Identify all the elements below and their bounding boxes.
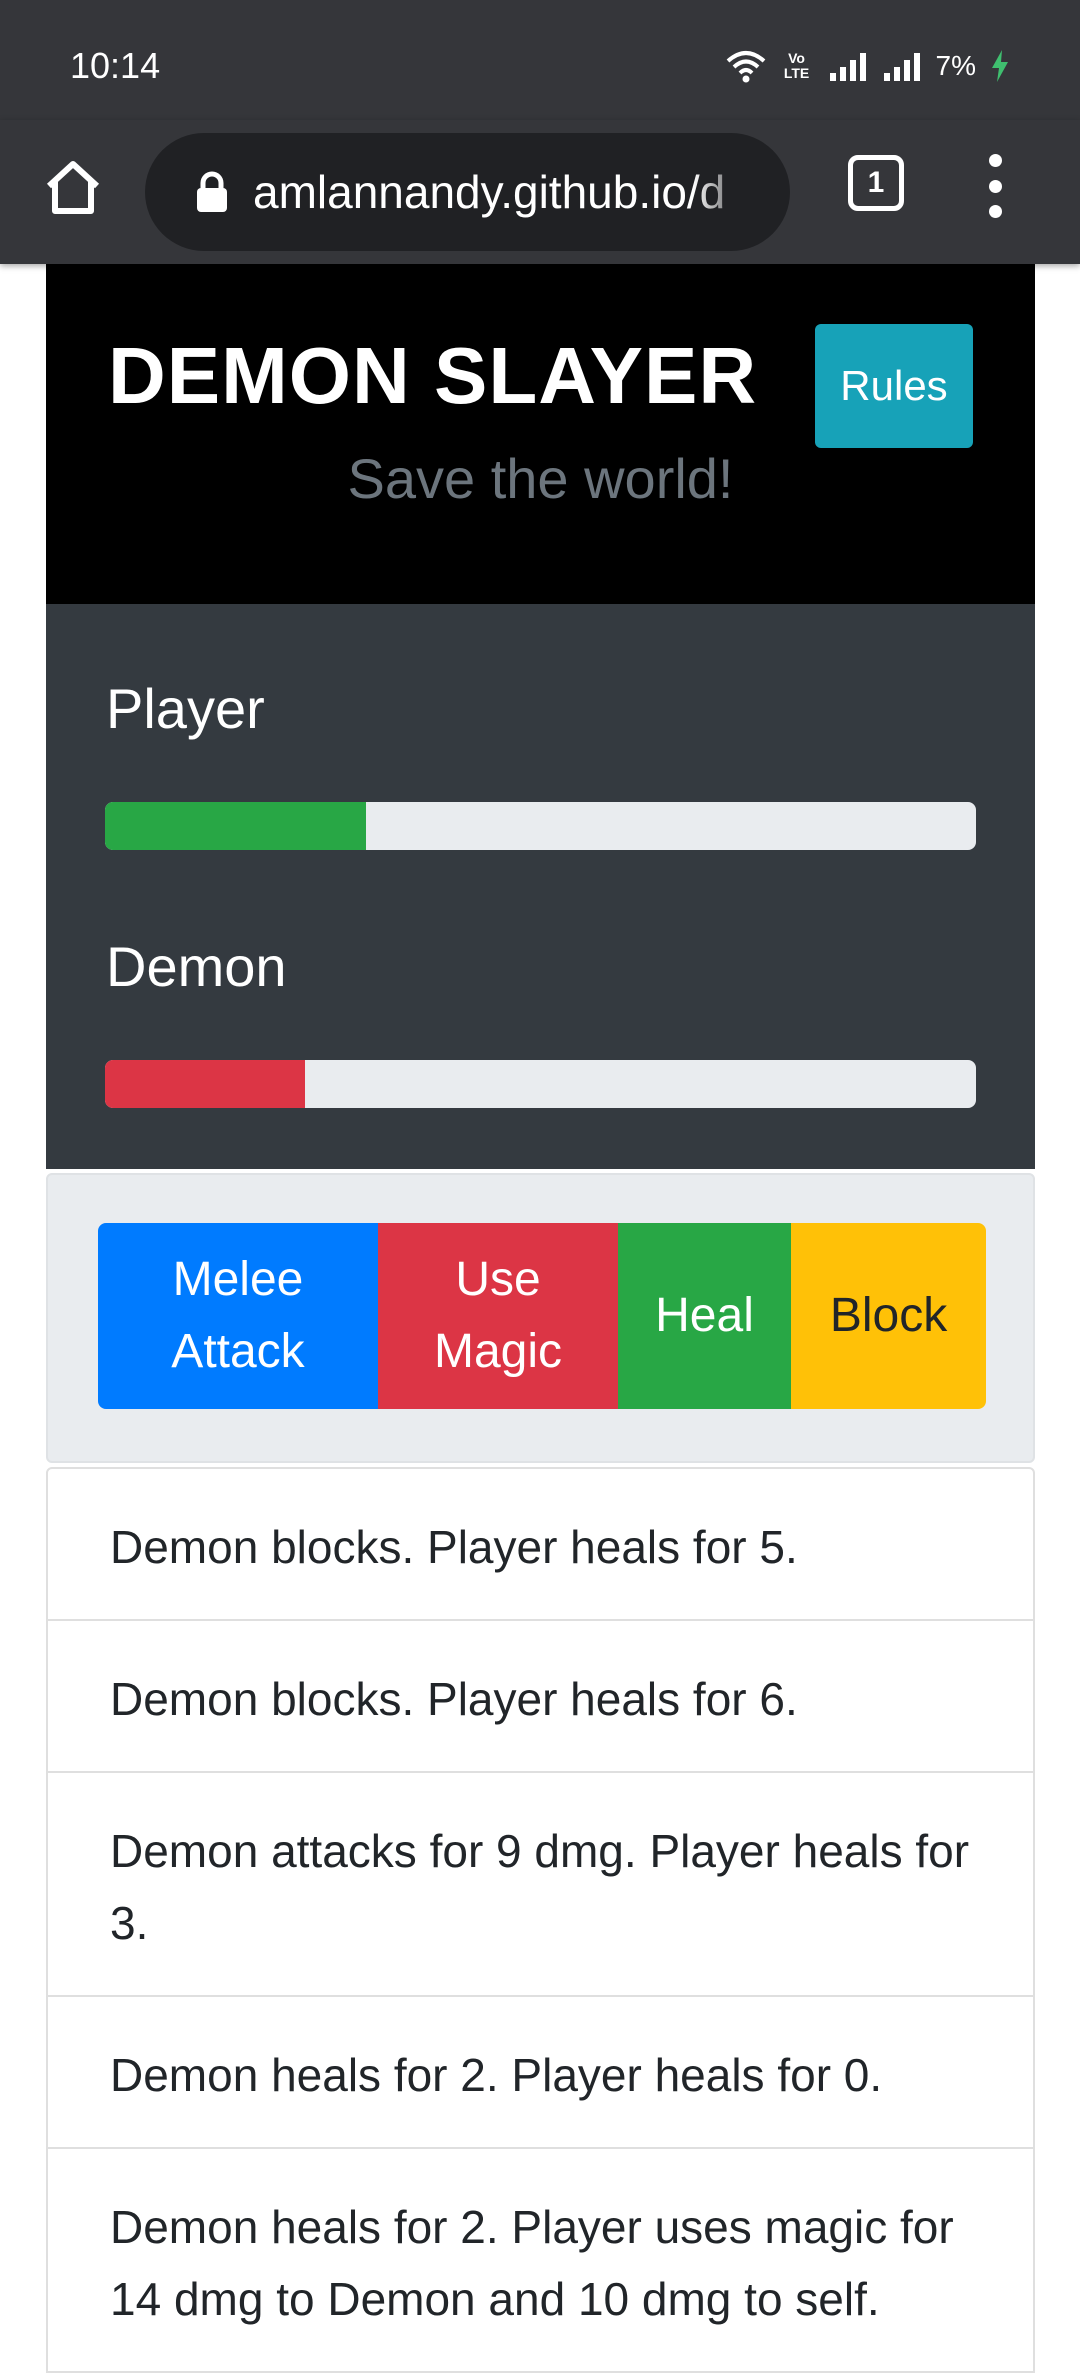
page-title: DEMON SLAYER [108, 331, 758, 420]
address-bar[interactable]: amlannandy.github.io/d [145, 133, 790, 251]
address-bar-wrap: amlannandy.github.io/d [145, 120, 790, 264]
log-item: Demon blocks. Player heals for 6. [48, 1621, 1033, 1773]
block-button[interactable]: Block [791, 1223, 986, 1409]
wifi-icon [726, 51, 765, 83]
home-icon [46, 161, 100, 214]
log-item: Demon blocks. Player heals for 5. [48, 1469, 1033, 1621]
charging-icon [992, 50, 1008, 82]
heal-button[interactable]: Heal [618, 1223, 791, 1409]
battle-log: Demon blocks. Player heals for 5. Demon … [46, 1467, 1035, 2373]
melee-label-line1: Melee [172, 1253, 304, 1306]
game-header: DEMON SLAYER Rules Save the world! [46, 264, 1035, 604]
menu-dot [988, 205, 1002, 218]
signal-icon-2 [883, 53, 920, 81]
more-menu-button[interactable] [975, 154, 1015, 218]
log-item: Demon attacks for 9 dmg. Player heals fo… [48, 1773, 1033, 1997]
rules-button[interactable]: Rules [815, 324, 973, 448]
magic-label-line1: Use [455, 1253, 541, 1306]
signal-icon-1 [829, 53, 866, 81]
player-health-bar [105, 802, 976, 850]
melee-label-line2: Attack [171, 1325, 305, 1378]
log-item: Demon heals for 2. Player heals for 0. [48, 1997, 1033, 2149]
demon-health-bar [105, 1060, 976, 1108]
health-panel: Player Demon [46, 604, 1035, 1169]
status-bar: 10:14 Vo LTE 7% [0, 0, 1080, 120]
use-magic-button[interactable]: Use Magic [378, 1223, 618, 1409]
browser-toolbar: amlannandy.github.io/d 1 [0, 120, 1080, 264]
status-icons: Vo LTE 7% [726, 44, 1010, 88]
status-time: 10:14 [70, 45, 161, 86]
action-button-group: Melee Attack Use Magic Heal Block [98, 1223, 986, 1409]
log-item: Demon heals for 2. Player uses magic for… [110, 2201, 954, 2325]
battery-percent: 7% [935, 50, 976, 81]
player-label: Player [106, 677, 265, 740]
action-controls: Melee Attack Use Magic Heal Block [46, 1173, 1035, 1463]
demon-health-fill [105, 1060, 306, 1108]
page-subtitle: Save the world! [46, 444, 1035, 514]
demon-label: Demon [106, 935, 287, 998]
melee-attack-button[interactable]: Melee Attack [98, 1223, 378, 1409]
url-text: amlannandy.github.io/d [253, 166, 726, 218]
subtitle-text: Save the world! [347, 447, 734, 510]
volte-icon: Vo LTE [783, 50, 810, 81]
menu-dot [988, 179, 1002, 193]
magic-label-line2: Magic [433, 1325, 563, 1378]
player-health-fill [105, 802, 367, 850]
home-button[interactable] [38, 152, 108, 222]
tab-switcher-button[interactable]: 1 [848, 155, 904, 211]
page-content: DEMON SLAYER Rules Save the world! Playe… [46, 264, 1035, 2373]
lock-icon [197, 171, 227, 212]
menu-dot [988, 154, 1002, 167]
